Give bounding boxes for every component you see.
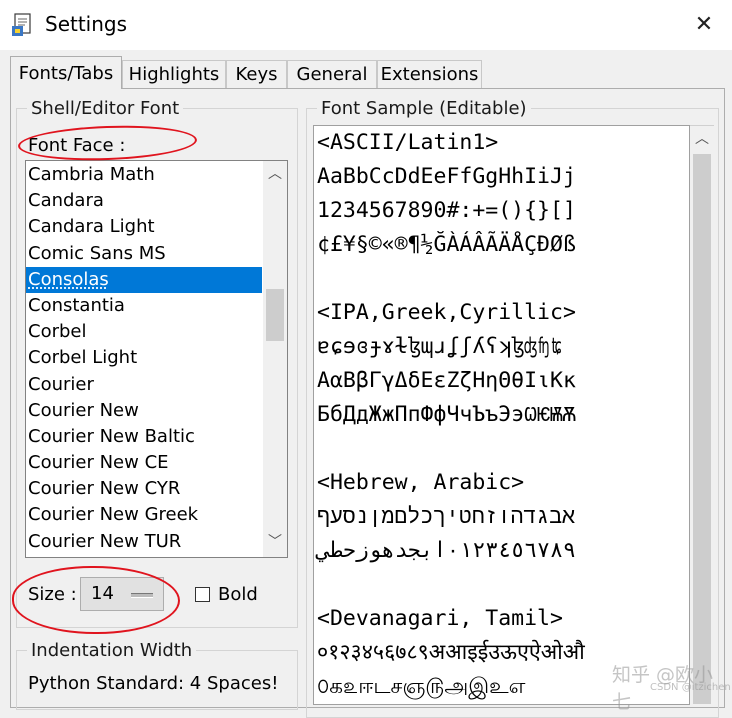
font-face-label: Font Face : [28, 135, 126, 156]
tab-keys[interactable]: Keys [226, 60, 287, 88]
tab-extensions[interactable]: Extensions [377, 60, 482, 88]
size-label: Size : [28, 584, 77, 605]
font-list-item[interactable]: Courier New [26, 398, 262, 424]
watermark-sub: CSDN @itzichen [650, 682, 731, 693]
sample-line [317, 568, 585, 602]
sample-line [317, 262, 585, 296]
font-list-item[interactable]: Courier New Baltic [26, 424, 262, 450]
sample-scroll-up-icon[interactable]: ︿ [693, 130, 711, 148]
sample-scroll-thumb[interactable] [693, 154, 711, 704]
sample-line: ɐɕɘɞɟɤɫɮɰɹʆʃʎʕʞɮʤʩʨ [317, 334, 563, 359]
font-list-item[interactable]: Courier [26, 372, 262, 398]
sample-scrollbar[interactable]: ︿ [690, 125, 714, 706]
font-list-item[interactable]: Candara Light [26, 214, 262, 240]
sample-line: <IPA,Greek,Cyrillic> [317, 300, 576, 325]
sample-line: ٠١٢٣٤٥٦٧٨٩ابجدهوزحطي [317, 538, 576, 563]
sample-group-legend: Font Sample (Editable) [321, 98, 527, 119]
font-list: Cambria Math Candara Candara Light Comic Sa… [26, 162, 262, 555]
font-sample-textbox[interactable]: <ASCII/Latin1> AaBbCcDdEeFfGgHhIiJj 123456… [313, 125, 690, 705]
font-list-item[interactable]: Courier New TUR [26, 529, 262, 555]
sample-line: ΑαΒβΓγΔδΕεΖζΗηΘθΙιΚκ [317, 368, 576, 393]
idle-app-icon [12, 13, 34, 37]
font-sample-text[interactable]: <ASCII/Latin1> AaBbCcDdEeFfGgHhIiJj 123456… [317, 126, 585, 704]
font-list-scrollbar[interactable]: ︿ ﹀ [263, 161, 287, 557]
font-group-legend: Shell/Editor Font [31, 98, 180, 119]
dropdown-indicator-icon [131, 593, 153, 598]
font-list-item[interactable]: Courier New Greek [26, 502, 262, 528]
font-list-item[interactable]: Corbel Light [26, 345, 262, 371]
close-button[interactable]: ✕ [684, 6, 724, 42]
bold-checkbox[interactable] [195, 587, 210, 602]
indent-text: Python Standard: 4 Spaces! [28, 673, 279, 694]
sample-line: ०१२३४५६७८९अआइईउऊएऐओऔ [317, 640, 585, 665]
sample-line: <Devanagari, Tamil> [317, 606, 563, 631]
sample-line: אבגדהוזחטיךכלםמןנסעף [317, 504, 576, 529]
sample-line [317, 432, 585, 466]
sample-line: БбДдЖжПпФфЧчЪъЭэѠѤѬѪ [317, 402, 576, 427]
font-list-scroll-thumb[interactable] [266, 289, 284, 341]
font-list-item[interactable]: Comic Sans MS [26, 241, 262, 267]
tab-general[interactable]: General [287, 60, 377, 88]
sample-line: <ASCII/Latin1> [317, 130, 499, 155]
scroll-up-icon[interactable]: ︿ [266, 165, 284, 183]
bold-label[interactable]: Bold [218, 584, 258, 605]
sample-line: 1234567890#:+=(){}[] [317, 198, 576, 223]
font-face-listbox[interactable]: Cambria Math Candara Candara Light Comic Sa… [25, 160, 288, 558]
title-bar: Settings ✕ [0, 0, 732, 50]
scroll-down-icon[interactable]: ﹀ [266, 533, 284, 551]
sample-line: AaBbCcDdEeFfGgHhIiJj [317, 164, 576, 189]
tab-highlights[interactable]: Highlights [122, 60, 226, 88]
font-list-item[interactable]: Constantia [26, 293, 262, 319]
font-list-item[interactable]: Consolas [26, 266, 262, 293]
font-list-item[interactable]: Courier New CYR [26, 476, 262, 502]
font-list-item[interactable]: Cambria Math [26, 162, 262, 188]
tab-fonts-tabs[interactable]: Fonts/Tabs [10, 56, 122, 89]
font-list-item[interactable]: Corbel [26, 319, 262, 345]
window-title: Settings [45, 12, 128, 36]
sample-line: ௦க௨ஈடசஞ௫அஇஉஎ [317, 674, 526, 699]
sample-line: ¢£¥§©«®¶½ĞÀÁÂÃÄÅÇÐØß [317, 232, 576, 257]
font-list-item[interactable]: Candara [26, 188, 262, 214]
font-size-value: 14 [91, 583, 114, 604]
font-list-item[interactable]: Courier New CE [26, 450, 262, 476]
close-icon: ✕ [694, 11, 714, 37]
sample-line: <Hebrew, Arabic> [317, 470, 525, 495]
font-size-dropdown[interactable]: 14 [80, 577, 164, 611]
indent-group-legend: Indentation Width [31, 640, 193, 661]
